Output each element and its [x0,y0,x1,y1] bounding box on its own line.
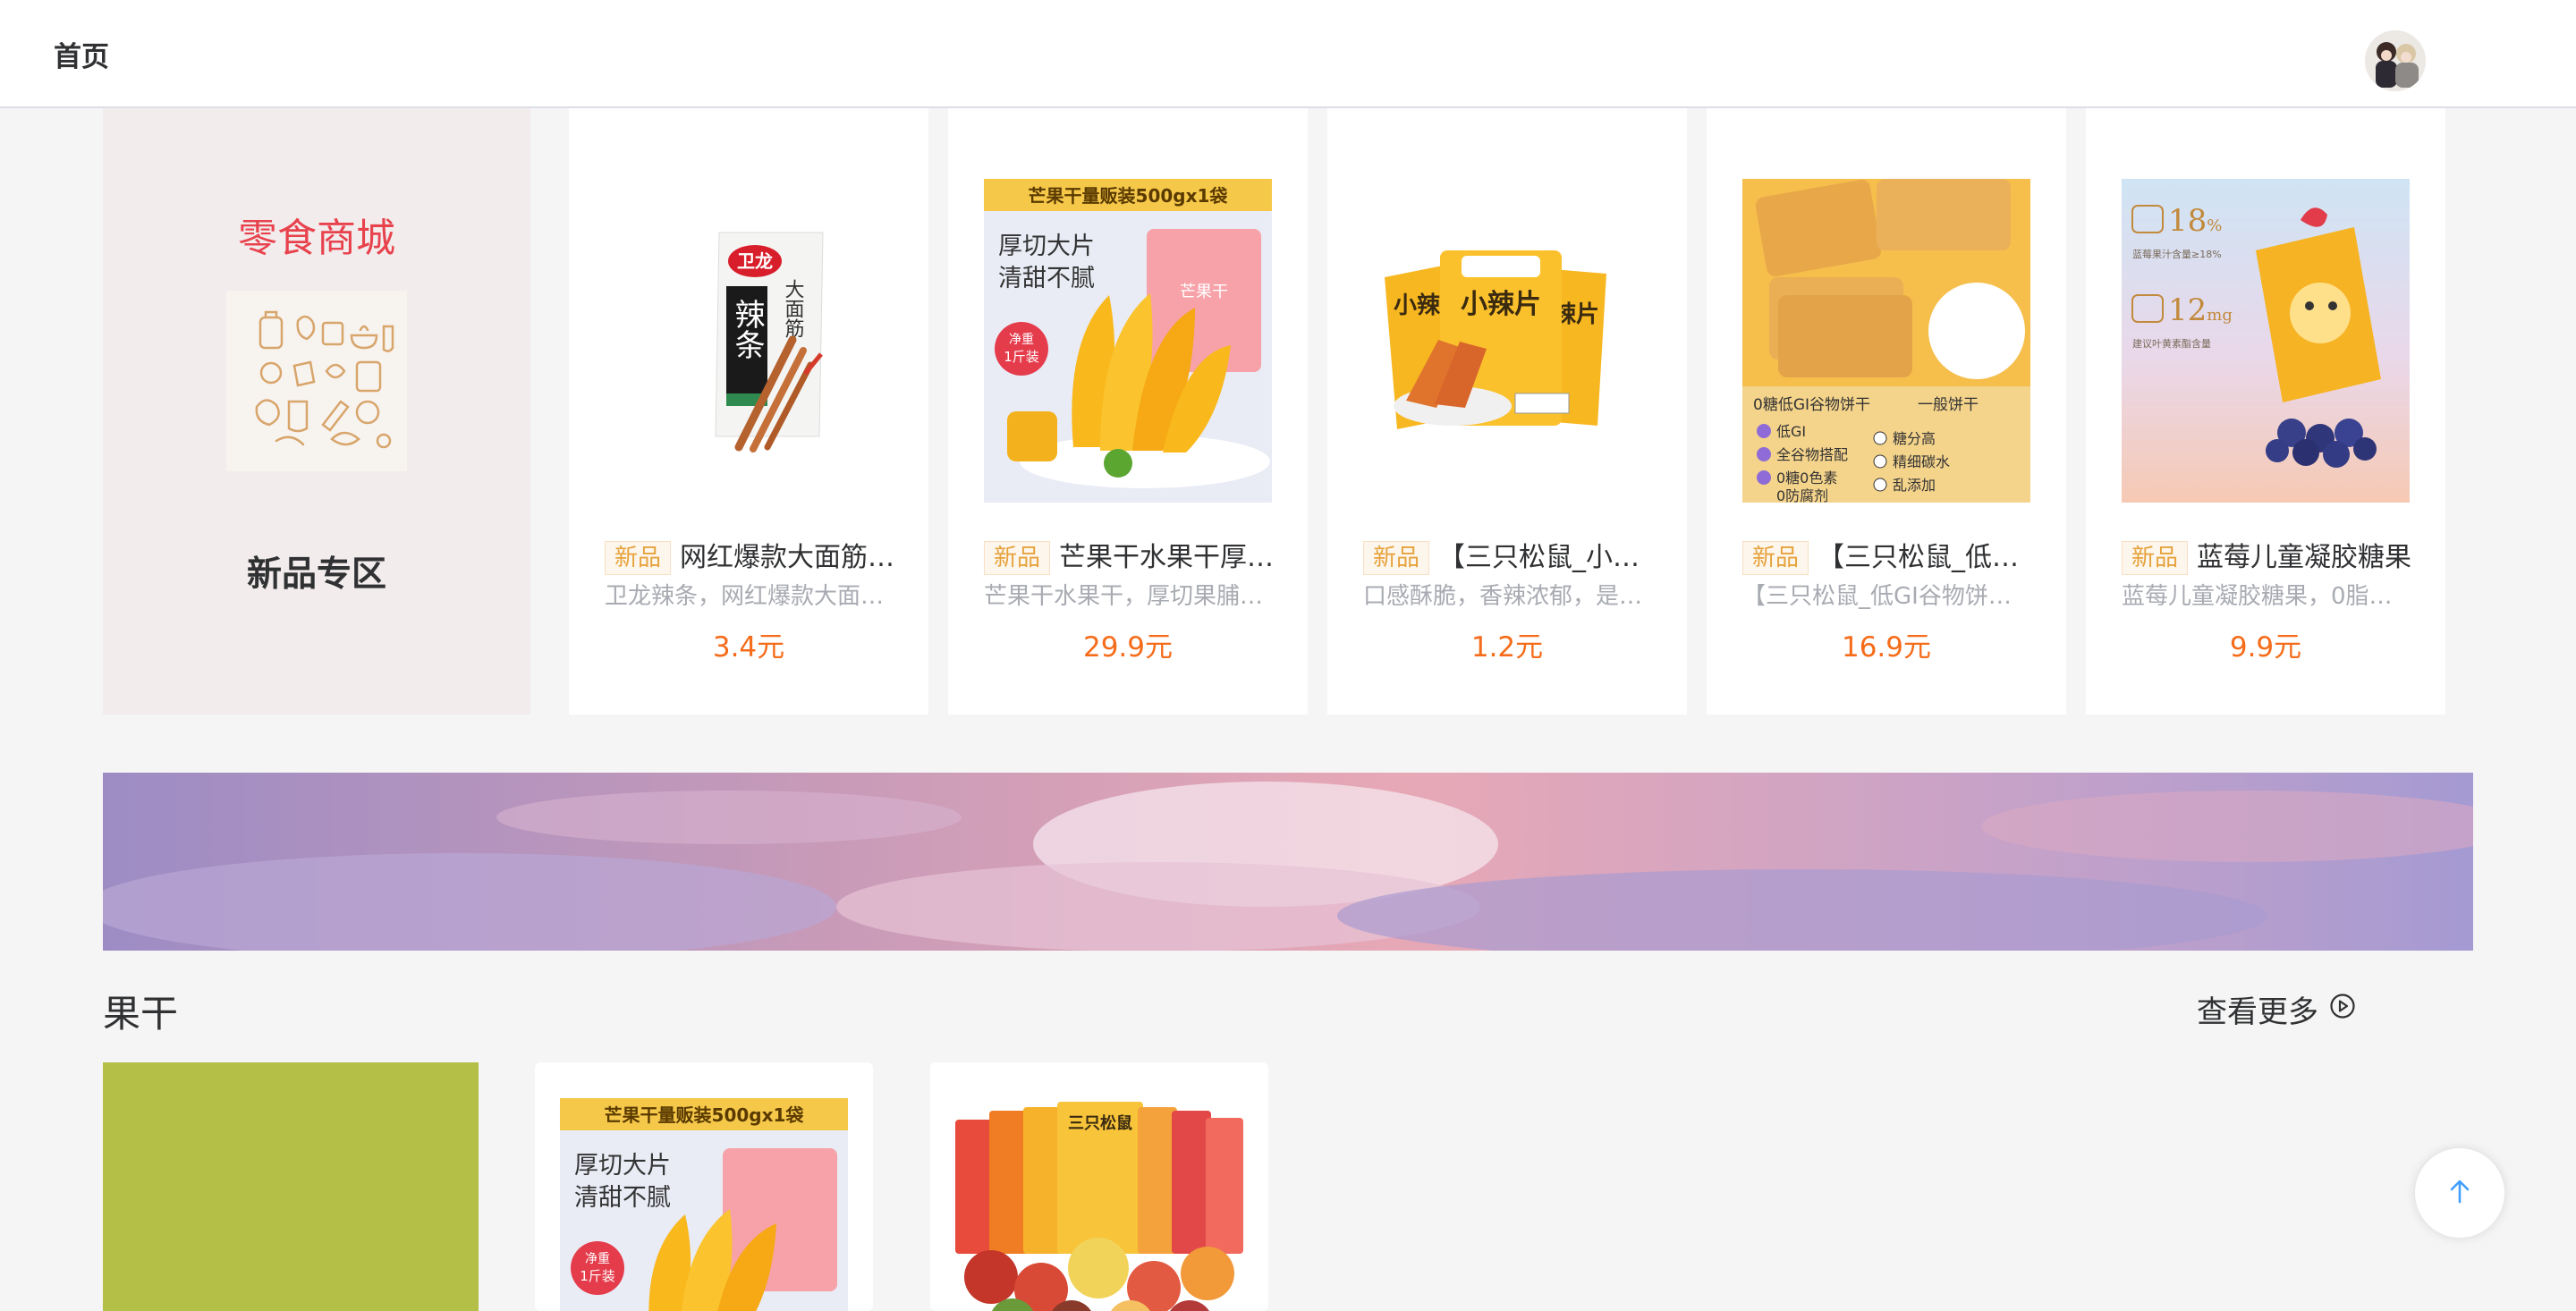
product-card[interactable]: 0糖低GI谷物饼干 一般饼干 低GI 全谷物搭配 0糖0色素 0防腐剂 糖分高 … [1707,108,2066,715]
svg-text:厚切大片: 厚切大片 [998,233,1095,260]
product-image: 0糖低GI谷物饼干 一般饼干 低GI 全谷物搭配 0糖0色素 0防腐剂 糖分高 … [1742,179,2030,503]
svg-text:辣条: 辣条 [729,299,765,359]
product-image: 卫龙 辣条 大面筋 [605,179,893,503]
back-to-top-button[interactable] [2415,1148,2504,1238]
new-section-title: 新品专区 [246,554,386,595]
svg-text:清甜不腻: 清甜不腻 [574,1184,671,1212]
product-card[interactable]: 卫龙 辣条 大面筋 新品 网红爆款大面筋辣条 卫龙辣条，网红爆款大面筋辣条 3.… [569,108,928,715]
svg-text:芒果干量贩装500gx1袋: 芒果干量贩装500gx1袋 [605,1104,805,1126]
promo-banner[interactable] [103,773,2473,951]
product-name: 芒果干水果干厚切果脯 [1059,542,1281,573]
svg-text:小辣片: 小辣片 [1461,289,1541,320]
product-description: 芒果干水果干，厚切果脯，清甜不腻 [984,583,1272,610]
product-name: 【三只松鼠_小辣片】 [1438,542,1660,573]
play-circle-icon [2329,992,2356,1028]
product-image: 三只松鼠 [955,1098,1243,1311]
svg-text:全谷物搭配: 全谷物搭配 [1776,446,1848,463]
arrow-up-icon [2445,1176,2475,1210]
new-badge: 新品 [605,541,672,575]
svg-text:0糖0色素: 0糖0色素 [1776,469,1837,486]
svg-text:乱添加: 乱添加 [1893,477,1936,494]
svg-text:卫龙: 卫龙 [737,250,773,272]
svg-text:1斤装: 1斤装 [1004,349,1039,365]
svg-text:建议叶黄素酯含量: 建议叶黄素酯含量 [2132,337,2211,350]
svg-text:三只松鼠: 三只松鼠 [1068,1113,1132,1133]
product-description: 口感酥脆，香辣浓郁，是辣条爱好者的首选 [1363,583,1651,610]
product-price: 29.9元 [1082,631,1174,664]
category-cover-image[interactable] [103,1062,479,1311]
brand-title: 零食商城 [238,216,395,261]
new-badge: 新品 [2122,541,2189,575]
svg-text:大面筋: 大面筋 [782,279,805,338]
product-image: 18% 蓝莓果汁含量≥18% 12mg 建议叶黄素酯含量 [2122,179,2410,503]
user-avatar[interactable] [2365,30,2426,91]
svg-text:清甜不腻: 清甜不腻 [998,265,1095,292]
product-description: 蓝莓儿童凝胶糖果，0脂，0防腐剂 [2122,583,2410,610]
product-description: 卫龙辣条，网红爆款大面筋辣条 [605,583,893,610]
product-image: 小辣 辣片 小辣片 [1363,179,1651,503]
product-price: 1.2元 [1470,631,1544,664]
product-image: 芒果干量贩装500gx1袋 芒果干 厚切大片 清甜不腻 净重 1斤装 [984,179,1272,503]
product-card[interactable]: 芒果干量贩装500gx1袋 芒果干 厚切大片 清甜不腻 净重 1斤装 新品 芒果… [948,108,1308,715]
see-more-link[interactable]: 查看更多 [2197,987,2356,1031]
product-card[interactable]: 18% 蓝莓果汁含量≥18% 12mg 建议叶黄素酯含量 新品 蓝莓儿童凝胶糖果… [2086,108,2445,715]
svg-text:精细碳水: 精细碳水 [1893,453,1950,470]
svg-text:一般饼干: 一般饼干 [1918,396,1979,414]
svg-text:低GI: 低GI [1776,423,1806,440]
product-description: 【三只松鼠_低GI谷物饼干】0糖低GI [1742,583,2030,610]
svg-text:糖分高: 糖分高 [1893,430,1936,447]
product-image: 芒果干量贩装500gx1袋 厚切大片 清甜不腻 净重 1斤装 [560,1098,848,1311]
new-badge: 新品 [984,541,1051,575]
svg-text:芒果干: 芒果干 [1180,283,1228,301]
svg-text:厚切大片: 厚切大片 [574,1152,671,1180]
svg-text:0糖低GI谷物饼干: 0糖低GI谷物饼干 [1753,396,1870,414]
product-price: 3.4元 [712,631,785,664]
new-badge: 新品 [1742,541,1809,575]
top-navbar: 首页 [0,0,2576,108]
svg-text:1斤装: 1斤装 [580,1268,615,1284]
product-name: 蓝莓儿童凝胶糖果 [2197,542,2411,573]
see-more-label: 查看更多 [2197,994,2318,1030]
fruit-product-card[interactable]: 芒果干量贩装500gx1袋 厚切大片 清甜不腻 净重 1斤装 [535,1062,873,1311]
svg-text:净重: 净重 [1009,333,1034,347]
product-price: 16.9元 [1841,631,1932,664]
snack-doodle-logo [226,291,407,471]
new-products-panel: 零食商城 新品专区 [103,108,530,715]
category-title: 果干 [103,992,179,1036]
svg-text:蓝莓果汁含量≥18%: 蓝莓果汁含量≥18% [2132,248,2222,260]
new-badge: 新品 [1363,541,1430,575]
product-card[interactable]: 小辣 辣片 小辣片 新品 【三只松鼠_小辣片】 口感酥脆，香辣浓郁，是辣条爱好者… [1327,108,1687,715]
product-name: 【三只松鼠_低GI谷物饼干】 [1818,542,2039,573]
product-name: 网红爆款大面筋辣条 [680,542,902,573]
svg-text:芒果干量贩装500gx1袋: 芒果干量贩装500gx1袋 [1029,185,1229,207]
svg-text:0防腐剂: 0防腐剂 [1776,487,1828,503]
svg-text:小辣: 小辣 [1394,292,1441,319]
fruit-product-card[interactable]: 三只松鼠 [930,1062,1268,1311]
svg-text:净重: 净重 [585,1252,610,1266]
product-price: 9.9元 [2229,631,2302,664]
nav-home-link[interactable]: 首页 [54,34,109,74]
